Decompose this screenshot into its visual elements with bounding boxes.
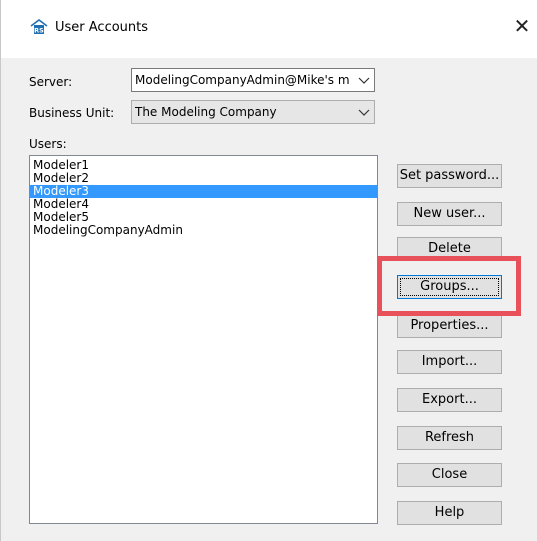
import-button[interactable]: Import...	[397, 350, 502, 374]
list-item[interactable]: ModelingCompanyAdmin	[30, 224, 377, 237]
business-unit-value: The Modeling Company	[135, 105, 277, 119]
refresh-button[interactable]: Refresh	[397, 426, 502, 450]
server-label: Server:	[29, 75, 73, 89]
svg-text:RS: RS	[34, 27, 44, 35]
app-icon: RS	[30, 19, 48, 35]
users-label: Users:	[29, 137, 67, 151]
users-listbox[interactable]: Modeler1 Modeler2 Modeler3 Modeler4 Mode…	[29, 155, 378, 524]
chevron-down-icon	[358, 109, 370, 116]
user-accounts-dialog: RS User Accounts ✕ Server: ModelingCompa…	[0, 0, 537, 541]
title-bar: RS User Accounts ✕	[1, 0, 537, 58]
groups-button[interactable]: Groups...	[397, 275, 502, 299]
export-button[interactable]: Export...	[397, 388, 502, 412]
window-title: User Accounts	[55, 20, 149, 35]
new-user-button[interactable]: New user...	[397, 202, 502, 226]
help-button[interactable]: Help	[397, 501, 502, 525]
focus-ring	[400, 278, 499, 296]
server-dropdown[interactable]: ModelingCompanyAdmin@Mike's m	[131, 68, 375, 92]
server-value: ModelingCompanyAdmin@Mike's m	[135, 73, 350, 87]
close-button[interactable]: Close	[397, 463, 502, 487]
business-unit-label: Business Unit:	[29, 106, 115, 120]
close-icon[interactable]: ✕	[513, 16, 531, 36]
delete-button[interactable]: Delete	[397, 237, 502, 261]
chevron-down-icon	[358, 77, 370, 84]
business-unit-dropdown[interactable]: The Modeling Company	[131, 100, 375, 124]
properties-button[interactable]: Properties...	[397, 314, 502, 338]
set-password-button[interactable]: Set password...	[397, 164, 502, 188]
